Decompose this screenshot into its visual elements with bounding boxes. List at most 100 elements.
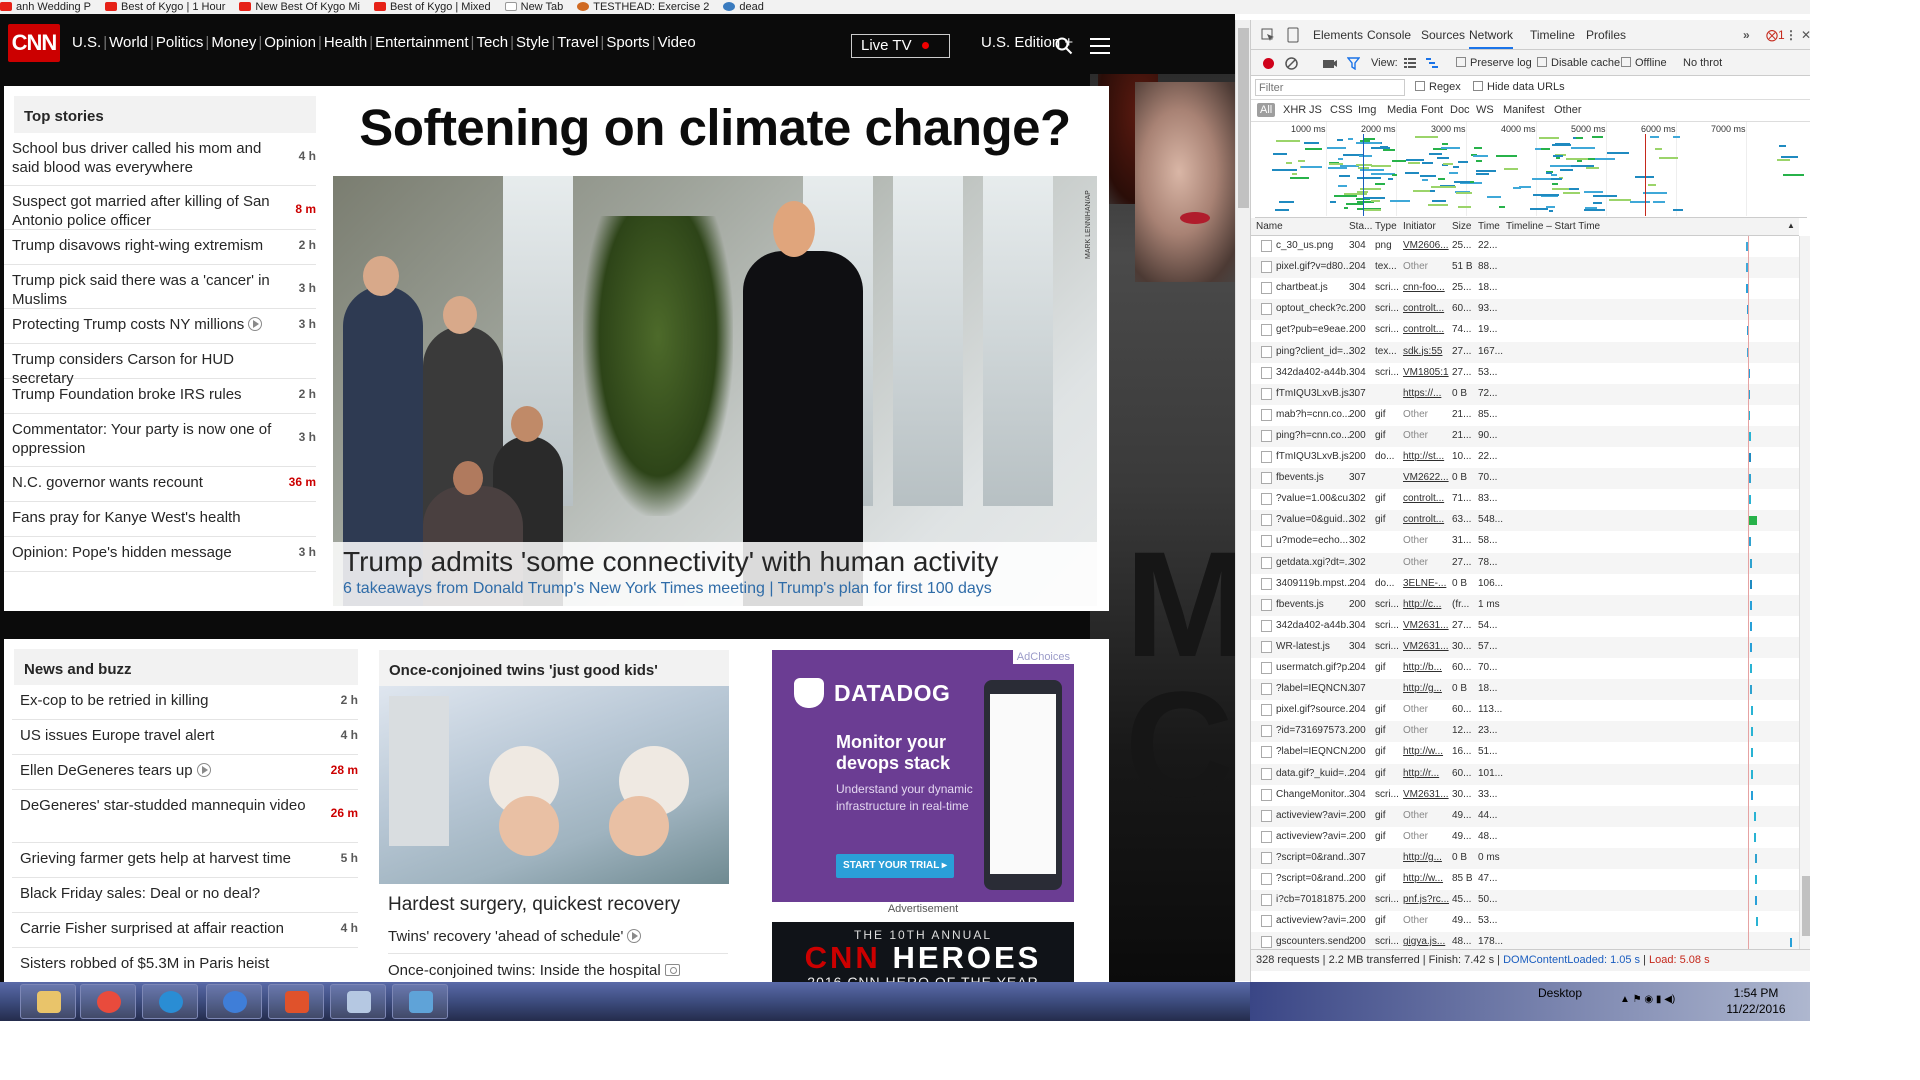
request-initiator[interactable]: controlt... (1403, 493, 1449, 504)
request-initiator[interactable]: http://r... (1403, 768, 1449, 779)
nav-link[interactable]: Sports (606, 34, 649, 51)
story-item[interactable]: Protecting Trump costs NY millions 3 h (4, 309, 316, 344)
nav-link[interactable]: Entertainment (375, 34, 468, 51)
story-item[interactable]: Trump pick said there was a 'cancer' in … (4, 265, 316, 309)
story-item[interactable]: US issues Europe travel alert 4 h (12, 720, 358, 755)
type-filter-img[interactable]: Img (1358, 104, 1376, 116)
request-initiator[interactable]: pnf.js?rc... (1403, 894, 1449, 905)
request-initiator[interactable]: gigya.js... (1403, 936, 1449, 947)
request-row[interactable]: usermatch.gif?p... 204 gif http://b... 60...… (1251, 658, 1799, 679)
request-row[interactable]: data.gif?_kuid=... 204 gif http://r... 60...… (1251, 763, 1799, 785)
bookmark-item[interactable]: New Tab (504, 0, 563, 14)
throttling-select[interactable]: No throt (1683, 57, 1722, 69)
story-item[interactable]: Trump Foundation broke IRS rules 2 h (4, 379, 316, 414)
column-header[interactable]: Sta... (1349, 221, 1372, 232)
bookmark-item[interactable]: Best of Kygo | 1 Hour (105, 0, 225, 14)
clear-icon[interactable] (1285, 57, 1298, 70)
nav-link[interactable]: Travel (557, 34, 598, 51)
devtools-tab-elements[interactable]: Elements (1313, 28, 1363, 42)
request-row[interactable]: fTmIQU3LxvB.js... 200 do... http://st... 10.… (1251, 447, 1799, 468)
adchoices-label[interactable]: AdChoices (1012, 650, 1074, 664)
start-trial-button[interactable]: START YOUR TRIAL ▸ (836, 854, 954, 878)
column-header[interactable]: Timeline – Start Time (1506, 221, 1600, 232)
hero-headline[interactable]: Softening on climate change? (335, 98, 1095, 157)
request-initiator[interactable]: VM1805:1 (1403, 367, 1449, 378)
menu-icon[interactable] (1090, 38, 1110, 54)
request-row[interactable]: activeview?avi=... 200 gif Other 49... 44... (1251, 805, 1799, 827)
request-row[interactable]: pixel.gif?v=d80... 204 tex... Other 51 B 88..… (1251, 257, 1799, 279)
nav-link[interactable]: Opinion (264, 34, 316, 51)
type-filter-doc[interactable]: Doc (1450, 104, 1470, 116)
screenshot-capture-icon[interactable] (1323, 58, 1337, 69)
request-initiator[interactable]: http://g... (1403, 683, 1449, 694)
column-header[interactable]: Type (1375, 221, 1397, 232)
twins-headline[interactable]: Hardest surgery, quickest recovery (388, 894, 680, 916)
story-item[interactable]: Black Friday sales: Deal or no deal? (12, 878, 358, 913)
story-item[interactable]: Commentator: Your party is now one of op… (4, 414, 316, 467)
story-link[interactable]: Opinion: Pope's hidden message (12, 543, 274, 562)
type-filter-ws[interactable]: WS (1476, 104, 1494, 116)
request-initiator[interactable]: controlt... (1403, 514, 1449, 525)
column-header[interactable]: Size (1452, 221, 1471, 232)
cnn-heroes-banner[interactable]: THE 10TH ANNUAL CNN HEROES 2016 CNN HERO… (772, 922, 1074, 982)
regex-checkbox[interactable]: Regex (1415, 81, 1461, 93)
request-initiator[interactable]: Other (1403, 831, 1449, 842)
request-initiator[interactable]: Other (1403, 409, 1449, 420)
request-initiator[interactable]: Other (1403, 535, 1449, 546)
story-link[interactable]: Ellen DeGeneres tears up (20, 761, 316, 780)
bookmark-item[interactable]: anh Wedding P (0, 0, 91, 14)
record-icon[interactable] (1263, 58, 1274, 69)
cnn-logo[interactable]: CNN (8, 24, 60, 62)
nav-link[interactable]: Money (211, 34, 256, 51)
twins-title[interactable]: Once-conjoined twins 'just good kids' (379, 650, 729, 686)
type-filter-other[interactable]: Other (1554, 104, 1582, 116)
twins-related-link[interactable]: Once-conjoined twins: Inside the hospita… (388, 954, 728, 982)
story-item[interactable]: Grieving farmer gets help at harvest tim… (12, 843, 358, 878)
type-filter-manifest[interactable]: Manifest (1503, 104, 1545, 116)
request-row[interactable]: getdata.xgi?dt=... 302 Other 27... 78... (1251, 552, 1799, 574)
type-filter-xhr[interactable]: XHR (1283, 104, 1306, 116)
request-initiator[interactable]: http://c... (1403, 599, 1449, 610)
request-initiator[interactable]: cnn-foo... (1403, 282, 1449, 293)
nav-link[interactable]: World (109, 34, 148, 51)
taskbar-button[interactable] (268, 984, 324, 1019)
bookmark-item[interactable]: New Best Of Kygo Mi (239, 0, 360, 14)
type-filter-font[interactable]: Font (1421, 104, 1443, 116)
search-icon[interactable] (1055, 37, 1073, 55)
inspect-icon[interactable] (1261, 28, 1275, 42)
request-row[interactable]: get?pub=e9eae... 200 scri... controlt... 74.… (1251, 320, 1799, 341)
request-row[interactable]: optout_check?c... 200 scri... controlt... 60… (1251, 299, 1799, 321)
request-row[interactable]: mab?h=cnn.co... 200 gif Other 21... 85... (1251, 405, 1799, 426)
story-link[interactable]: Fans pray for Kanye West's health (12, 508, 274, 527)
request-row[interactable]: 342da402-a44b... 304 scri... VM2631... 27...… (1251, 616, 1799, 637)
story-item[interactable]: Sisters robbed of $5.3M in Paris heist (12, 948, 358, 982)
device-icon[interactable] (1287, 27, 1299, 43)
request-initiator[interactable]: VM2631... (1403, 641, 1449, 652)
request-row[interactable]: activeview?avi=... 200 gif Other 49... 53... (1251, 911, 1799, 932)
request-initiator[interactable]: Other (1403, 915, 1449, 926)
nav-link[interactable]: U.S. (72, 34, 101, 51)
datadog-ad[interactable]: AdChoices DATADOG Monitor your devops st… (772, 650, 1074, 902)
request-initiator[interactable]: http://w... (1403, 746, 1449, 757)
request-initiator[interactable]: VM2622... (1403, 472, 1449, 483)
story-item[interactable]: DeGeneres' star-studded mannequin video 2… (12, 790, 358, 843)
story-link[interactable]: Sisters robbed of $5.3M in Paris heist (20, 954, 316, 973)
disable-cache-checkbox[interactable]: Disable cache (1537, 57, 1620, 69)
taskbar-button[interactable] (80, 984, 136, 1019)
page-scroll-thumb[interactable] (1238, 28, 1249, 208)
request-row[interactable]: ?script=0&rand... 200 gif http://w... 85 B 47… (1251, 869, 1799, 890)
story-link[interactable]: Carrie Fisher surprised at affair reacti… (20, 919, 316, 938)
preserve-log-checkbox[interactable]: Preserve log (1456, 57, 1532, 69)
network-overview[interactable]: 1000 ms 2000 ms 3000 ms 4000 ms 5000 ms 6000 … (1255, 122, 1807, 218)
column-header[interactable]: Time (1478, 221, 1500, 232)
request-initiator[interactable]: VM2631... (1403, 620, 1449, 631)
devtools-tab-profiles[interactable]: Profiles (1586, 28, 1626, 42)
page-scrollbar[interactable] (1235, 20, 1250, 981)
request-row[interactable]: c_30_us.png 304 png VM2606... 25... 22... (1251, 236, 1799, 257)
type-filter-media[interactable]: Media (1387, 104, 1417, 116)
column-header[interactable]: Initiator (1403, 221, 1436, 232)
request-initiator[interactable]: VM2631... (1403, 789, 1449, 800)
taskbar-button[interactable] (20, 984, 76, 1019)
bookmark-item[interactable]: TESTHEAD: Exercise 2 (577, 0, 709, 14)
request-initiator[interactable]: http://b... (1403, 662, 1449, 673)
